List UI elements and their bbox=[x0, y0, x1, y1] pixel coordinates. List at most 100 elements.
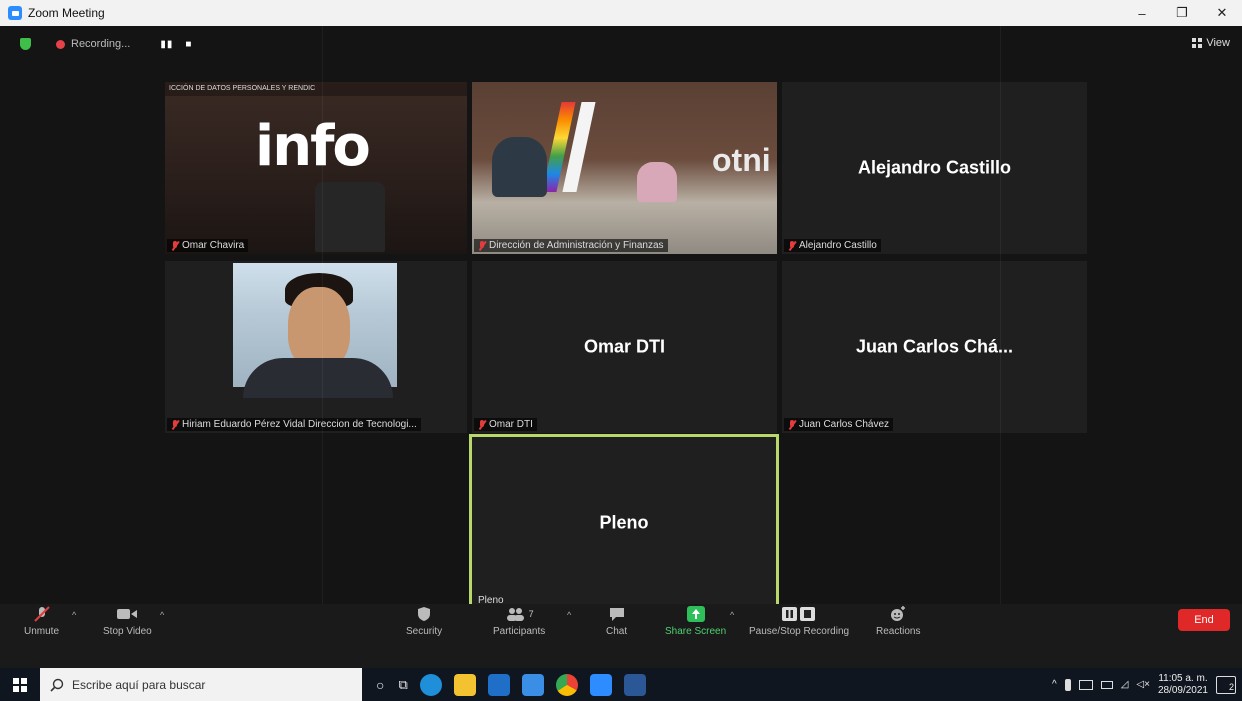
close-button[interactable]: ✕ bbox=[1202, 0, 1242, 26]
clock-date: 28/09/2021 bbox=[1157, 684, 1208, 696]
clock-time: 11:05 a. m. bbox=[1158, 672, 1208, 684]
pause-stop-icon bbox=[781, 604, 817, 624]
windows-taskbar: Escribe aquí para buscar ○ ⧉ ^ ◿ ◁× 11:0… bbox=[0, 668, 1242, 701]
recording-dot-icon bbox=[56, 39, 65, 49]
participant-name: Dirección de Administración y Finanzas bbox=[489, 240, 664, 251]
participant-video bbox=[233, 263, 397, 398]
stop-recording-icon[interactable]: ■ bbox=[185, 39, 192, 50]
muted-mic-icon bbox=[788, 419, 796, 430]
participant-label: Alejandro Castillo bbox=[784, 239, 881, 252]
video-options-caret-icon[interactable]: ^ bbox=[160, 610, 164, 620]
stop-video-button[interactable]: Stop Video bbox=[103, 604, 152, 644]
video-camera-icon bbox=[116, 604, 138, 624]
chair-image bbox=[315, 182, 385, 252]
battery-icon[interactable] bbox=[1100, 680, 1113, 689]
zoom-taskbar-icon[interactable] bbox=[589, 673, 612, 696]
share-screen-icon bbox=[686, 604, 706, 624]
meeting-area: Recording... ▮▮ ■ View ICCIÓN DE DATOS P… bbox=[0, 26, 1242, 668]
minimize-button[interactable]: – bbox=[1122, 0, 1162, 26]
participants-button[interactable]: 7 Participants bbox=[493, 604, 545, 644]
window-title: Zoom Meeting bbox=[28, 6, 105, 20]
video-tile-alejandro-castillo[interactable]: Alejandro Castillo Alejandro Castillo bbox=[782, 82, 1087, 254]
zoom-app-icon bbox=[8, 6, 22, 20]
tray-app-icon[interactable] bbox=[1064, 678, 1071, 691]
video-tile-direccion[interactable]: otni Dirección de Administración y Finan… bbox=[472, 82, 777, 254]
divider bbox=[1000, 26, 1001, 668]
edge-browser-icon[interactable] bbox=[419, 673, 442, 696]
video-tile-pleno[interactable]: Pleno Pleno bbox=[469, 434, 779, 612]
muted-microphone-icon bbox=[33, 604, 51, 624]
participant-center-name: Omar DTI bbox=[583, 336, 666, 357]
participant-name: Omar Chavira bbox=[182, 240, 245, 251]
tray-monitor-icon[interactable] bbox=[1078, 679, 1093, 690]
recording-label: Recording... bbox=[71, 38, 131, 50]
pause-stop-recording-button[interactable]: Pause/Stop Recording bbox=[749, 604, 849, 644]
divider bbox=[322, 26, 323, 668]
store-icon[interactable] bbox=[487, 673, 510, 696]
end-meeting-button[interactable]: End bbox=[1178, 609, 1230, 631]
participants-options-caret-icon[interactable]: ^ bbox=[567, 610, 571, 620]
info-logo: info bbox=[255, 114, 371, 179]
pause-stop-recording-label: Pause/Stop Recording bbox=[749, 626, 850, 637]
word-icon[interactable] bbox=[623, 673, 646, 696]
audio-options-caret-icon[interactable]: ^ bbox=[72, 610, 76, 620]
participant-name: Alejandro Castillo bbox=[799, 240, 877, 251]
participants-icon: 7 bbox=[505, 604, 534, 624]
chat-label: Chat bbox=[606, 626, 628, 637]
pause-recording-icon[interactable]: ▮▮ bbox=[160, 39, 173, 50]
start-button[interactable] bbox=[0, 668, 40, 701]
room-sign-text: otni bbox=[712, 142, 771, 178]
mail-icon[interactable] bbox=[521, 673, 544, 696]
window-controls: – ❐ ✕ bbox=[1122, 0, 1242, 26]
notification-center-icon[interactable]: 2 bbox=[1216, 675, 1236, 694]
muted-mic-icon bbox=[171, 240, 179, 251]
participant-label: Dirección de Administración y Finanzas bbox=[474, 239, 668, 252]
unmute-button[interactable]: Unmute bbox=[24, 604, 59, 644]
share-options-caret-icon[interactable]: ^ bbox=[730, 610, 734, 620]
wifi-icon[interactable]: ◿ bbox=[1121, 679, 1129, 690]
taskbar-clock[interactable]: 11:05 a. m. 28/09/2021 bbox=[1158, 673, 1208, 697]
cortana-icon[interactable]: ○ bbox=[376, 677, 384, 693]
share-screen-button[interactable]: Share Screen bbox=[665, 604, 726, 644]
participant-label: Juan Carlos Chávez bbox=[784, 418, 894, 431]
system-tray: ^ ◿ ◁× 11:05 a. m. 28/09/2021 2 bbox=[1052, 668, 1242, 701]
participant-center-name: Alejandro Castillo bbox=[857, 157, 1012, 178]
encryption-shield-icon[interactable] bbox=[20, 38, 31, 50]
participant-label: Hiriam Eduardo Pérez Vidal Direccion de … bbox=[167, 418, 421, 431]
muted-mic-icon bbox=[788, 240, 796, 251]
video-tile-omar-chavira[interactable]: ICCIÓN DE DATOS PERSONALES Y RENDIC info… bbox=[165, 82, 467, 254]
file-explorer-icon[interactable] bbox=[453, 673, 476, 696]
restore-button[interactable]: ❐ bbox=[1162, 0, 1202, 26]
participants-count: 7 bbox=[528, 609, 534, 619]
security-shield-icon bbox=[417, 604, 431, 624]
participant-name: Juan Carlos Chávez bbox=[799, 419, 890, 430]
video-tile-omar-dti[interactable]: Omar DTI Omar DTI bbox=[472, 261, 777, 433]
participant-center-name: Pleno bbox=[599, 512, 649, 533]
task-view-icon[interactable]: ⧉ bbox=[398, 677, 407, 693]
view-button[interactable]: View bbox=[1192, 37, 1230, 49]
tray-overflow-icon[interactable]: ^ bbox=[1052, 679, 1057, 690]
security-button[interactable]: Security bbox=[406, 604, 442, 644]
share-screen-label: Share Screen bbox=[665, 626, 727, 637]
person-image bbox=[288, 287, 350, 369]
grid-view-icon bbox=[1192, 38, 1203, 48]
video-banner-text: ICCIÓN DE DATOS PERSONALES Y RENDIC bbox=[165, 82, 467, 96]
video-tile-hiriam[interactable]: Hiriam Eduardo Pérez Vidal Direccion de … bbox=[165, 261, 467, 433]
chrome-icon[interactable] bbox=[555, 673, 578, 696]
person-image bbox=[637, 162, 677, 202]
reactions-button[interactable]: Reactions bbox=[876, 604, 920, 644]
chat-button[interactable]: Chat bbox=[606, 604, 627, 644]
taskbar-search-box[interactable]: Escribe aquí para buscar bbox=[40, 668, 362, 701]
person-image bbox=[243, 358, 393, 398]
volume-icon[interactable]: ◁× bbox=[1136, 679, 1150, 690]
security-label: Security bbox=[406, 626, 443, 637]
reactions-label: Reactions bbox=[876, 626, 921, 637]
video-tile-juan-carlos[interactable]: Juan Carlos Chá... Juan Carlos Chávez bbox=[782, 261, 1087, 433]
reactions-smiley-icon bbox=[889, 604, 907, 624]
window-titlebar: Zoom Meeting – ❐ ✕ bbox=[0, 0, 1242, 26]
windows-logo-icon bbox=[13, 677, 27, 692]
meeting-topbar: Recording... ▮▮ ■ View bbox=[0, 26, 1242, 62]
participant-label: Omar Chavira bbox=[167, 239, 249, 252]
participant-label: Omar DTI bbox=[474, 418, 537, 431]
chat-bubble-icon bbox=[608, 604, 626, 624]
